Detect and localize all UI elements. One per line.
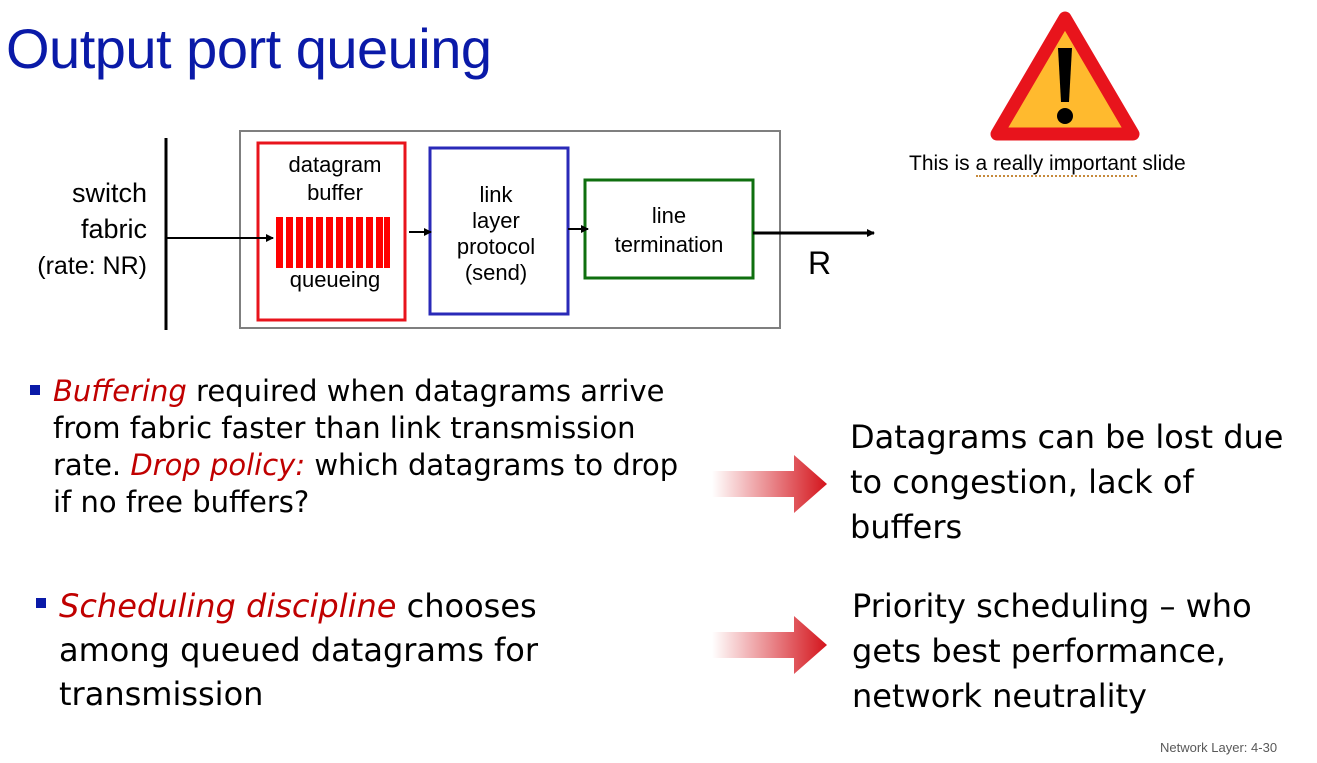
drop-policy-term: Drop policy: xyxy=(130,448,306,482)
note-underlined-text: a really important xyxy=(975,152,1137,177)
output-port-diagram: switch fabric (rate: NR) datagram buffer… xyxy=(37,130,875,330)
line-termination-label-line-2: termination xyxy=(615,232,724,257)
link-layer-label-line-1: link xyxy=(479,182,513,207)
fabric-label-line-2: fabric xyxy=(81,214,147,244)
fabric-label-line-3: (rate: NR) xyxy=(37,252,147,280)
line-termination-label-line-1: line xyxy=(652,203,686,228)
link-layer-label-line-2: layer xyxy=(472,208,520,233)
slide-footer: Network Layer: 4-30 xyxy=(1160,740,1278,755)
note-prefix: This is xyxy=(909,152,976,175)
consequence-datagram-loss: Datagrams can be lost due to congestion,… xyxy=(850,418,1284,546)
warning-triangle-icon xyxy=(990,11,1140,141)
rate-label: R xyxy=(808,245,831,281)
consequence-priority-scheduling: Priority scheduling – who gets best perf… xyxy=(852,587,1252,715)
queueing-label: queueing xyxy=(290,267,381,292)
link-layer-label-line-4: (send) xyxy=(465,260,527,285)
line-termination-box xyxy=(583,178,755,280)
bullet-marker-1 xyxy=(30,385,40,395)
queue-slots xyxy=(276,217,390,268)
buffer-label-line-2: buffer xyxy=(307,180,363,205)
fabric-label-line-1: switch xyxy=(72,178,147,208)
bullet-scheduling: Scheduling discipline chooses among queu… xyxy=(59,584,619,716)
important-slide-note: This is a really important slide xyxy=(909,152,1186,177)
note-suffix: slide xyxy=(1136,152,1186,175)
bullet-marker-2 xyxy=(36,598,46,608)
scheduling-term: Scheduling discipline xyxy=(59,587,397,625)
consequence-arrow-2-icon xyxy=(712,616,827,674)
buffer-label-line-1: datagram xyxy=(289,152,382,177)
bullet-buffering: Buffering required when datagrams arrive… xyxy=(53,373,693,521)
consequence-arrow-1-icon xyxy=(712,455,827,513)
buffering-term: Buffering xyxy=(53,374,187,408)
link-layer-label-line-3: protocol xyxy=(457,234,535,259)
